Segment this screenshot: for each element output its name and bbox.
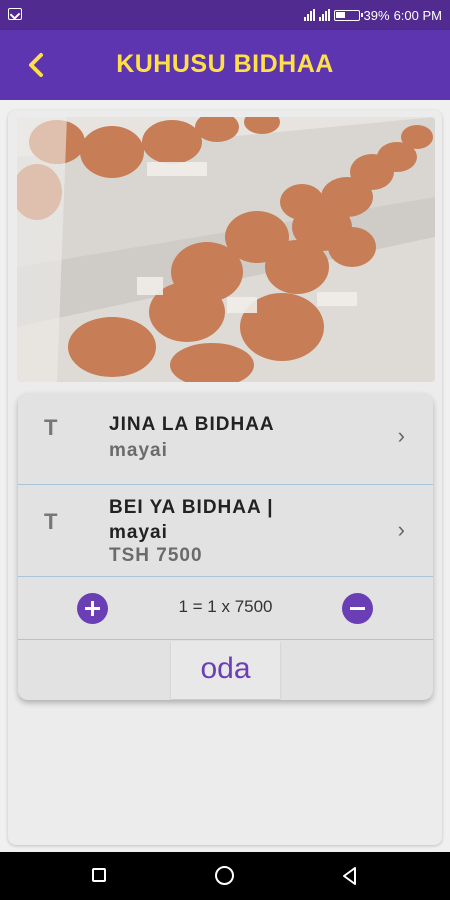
chevron-right-icon: ›: [397, 423, 405, 448]
text-field-icon: T: [44, 415, 58, 440]
home-icon[interactable]: [215, 866, 234, 885]
chevron-right-icon: ›: [397, 517, 405, 542]
product-price-row[interactable]: T BEI YA BIDHAA | mayai TSH 7500 ›: [18, 485, 433, 577]
page-title: KUHUSU BIDHAA: [116, 50, 334, 78]
product-image: [17, 117, 435, 382]
product-name-value: mayai: [109, 440, 168, 461]
app-bar: KUHUSU BIDHAA: [0, 30, 450, 100]
text-field-icon: T: [44, 509, 58, 534]
product-name-row[interactable]: T JINA LA BIDHAA mayai ›: [18, 393, 433, 485]
system-nav-bar: [0, 852, 450, 900]
status-indicators: 39% 6:00 PM: [303, 6, 442, 24]
product-name-label: JINA LA BIDHAA: [109, 414, 275, 435]
clock: 6:00 PM: [393, 7, 442, 23]
battery-percent: 39%: [363, 7, 390, 23]
order-button[interactable]: oda: [171, 641, 280, 699]
product-details-card: T JINA LA BIDHAA mayai › T BEI YA BIDHAA…: [18, 393, 433, 700]
recent-apps-icon[interactable]: [92, 868, 106, 882]
product-price-value: TSH 7500: [109, 545, 203, 566]
battery-icon: [333, 9, 363, 21]
signal-icon-2: [318, 9, 330, 21]
product-price-label: BEI YA BIDHAA | mayai: [109, 497, 274, 543]
quantity-stepper: 1 = 1 x 7500: [18, 577, 433, 640]
nav-back-icon[interactable]: [340, 866, 360, 886]
status-bar: 39% 6:00 PM: [0, 0, 450, 30]
decrease-quantity-button[interactable]: [342, 593, 373, 624]
signal-icon: [303, 9, 315, 21]
gallery-icon: [8, 8, 22, 20]
